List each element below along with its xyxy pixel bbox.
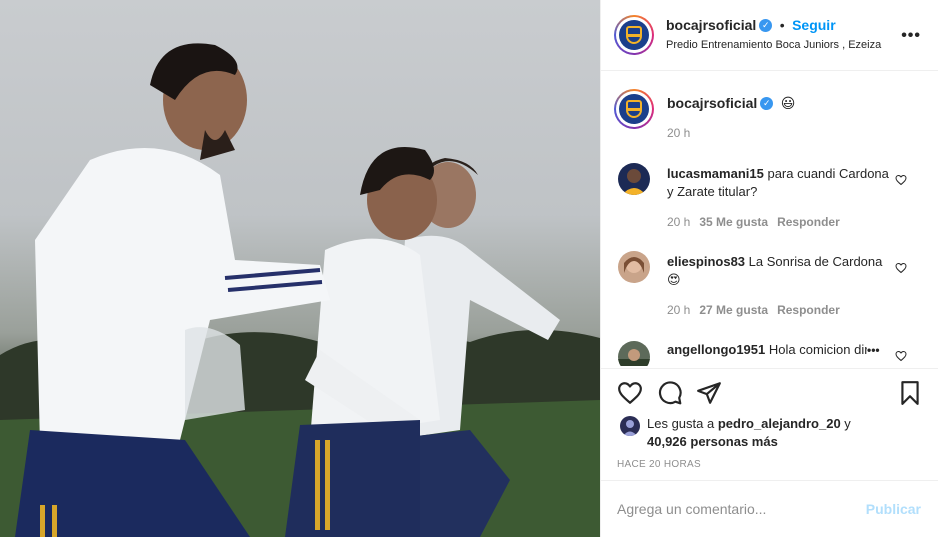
caption-emoji: 😃 [780,95,796,111]
commenter-avatar[interactable] [618,251,650,283]
comment-text: angellongo1951 Hola comicion directiva .… [667,341,867,359]
post-photo[interactable] [0,0,600,537]
comment-icon[interactable] [657,380,683,406]
commenter-avatar[interactable] [618,163,650,195]
heart-icon[interactable] [617,380,643,406]
comment-time[interactable]: 20 h [667,215,690,229]
caption-avatar[interactable] [614,89,654,129]
commenter-avatar[interactable] [618,341,650,366]
reply-button[interactable]: Responder [777,303,840,317]
comment-input[interactable] [617,499,847,519]
comment-emoji: 😍 [667,272,681,287]
post-side-panel: bocajrsoficial ✓ • Seguir Predio Entrenam… [600,0,938,537]
comment-like-icon[interactable] [895,174,907,186]
liker-avatar[interactable] [620,416,640,436]
comment-time[interactable]: 20 h [667,303,690,317]
caption-username[interactable]: bocajrsoficial [667,95,757,111]
comment-likes[interactable]: 27 Me gusta [699,303,768,317]
likes-summary: Les gusta a pedro_alejandro_20 y 40,926 … [647,415,917,451]
caption-text: bocajrsoficial ✓ 😃 [667,95,795,113]
verified-icon: ✓ [759,19,773,33]
publish-button[interactable]: Publicar [866,501,921,517]
more-options-icon[interactable]: ••• [901,27,921,45]
comment-username[interactable]: lucasmamani15 [667,166,764,181]
verified-icon: ✓ [760,97,774,111]
comments-list[interactable]: bocajrsoficial ✓ 😃 20 h lucasmamani15 par… [601,71,938,366]
likes-conj: y [844,416,851,431]
comment-meta: 20 h 27 Me gusta Responder [667,303,849,317]
comment-text: lucasmamani15 para cuandi Cardona y Zara… [667,165,889,201]
comment-username[interactable]: angellongo1951 [667,342,765,357]
likes-prefix: Les gusta a [647,416,715,431]
comment-body: La Sonrisa de Cardona [748,254,883,269]
post-actions: Les gusta a pedro_alejandro_20 y 40,926 … [601,368,938,480]
account-username[interactable]: bocajrsoficial [666,17,756,33]
training-photo-illustration [0,43,600,537]
comment-body: Hola comicion directiva ... [768,342,867,357]
comment-likes[interactable]: 35 Me gusta [699,215,768,229]
boca-crest-icon [619,94,649,124]
likes-count[interactable]: 40,926 personas más [647,434,778,449]
comment-like-icon[interactable] [895,262,907,274]
boca-crest-icon [619,20,649,50]
comment-like-icon[interactable] [895,350,907,362]
comment-text: eliespinos83 La Sonrisa de Cardona 😍 [667,253,889,289]
follow-button[interactable]: Seguir [792,17,836,33]
header-account-line: bocajrsoficial ✓ • Seguir [666,17,836,35]
post-age[interactable]: HACE 20 HORAS [617,459,701,470]
caption-time[interactable]: 20 h [667,126,690,140]
comment-username[interactable]: eliespinos83 [667,254,745,269]
comment-composer: Publicar [601,480,938,537]
comment-more-icon[interactable]: ••• [867,343,880,357]
share-icon[interactable] [696,380,722,406]
liker-username[interactable]: pedro_alejandro_20 [718,416,841,431]
comment-meta: 20 h 35 Me gusta Responder [667,215,849,229]
account-avatar[interactable] [614,15,654,55]
separator-dot: • [779,17,785,33]
bookmark-icon[interactable] [897,380,923,406]
post-location[interactable]: Predio Entrenamiento Boca Juniors , Ezei… [666,39,881,51]
post-header: bocajrsoficial ✓ • Seguir Predio Entrenam… [601,0,938,71]
reply-button[interactable]: Responder [777,215,840,229]
